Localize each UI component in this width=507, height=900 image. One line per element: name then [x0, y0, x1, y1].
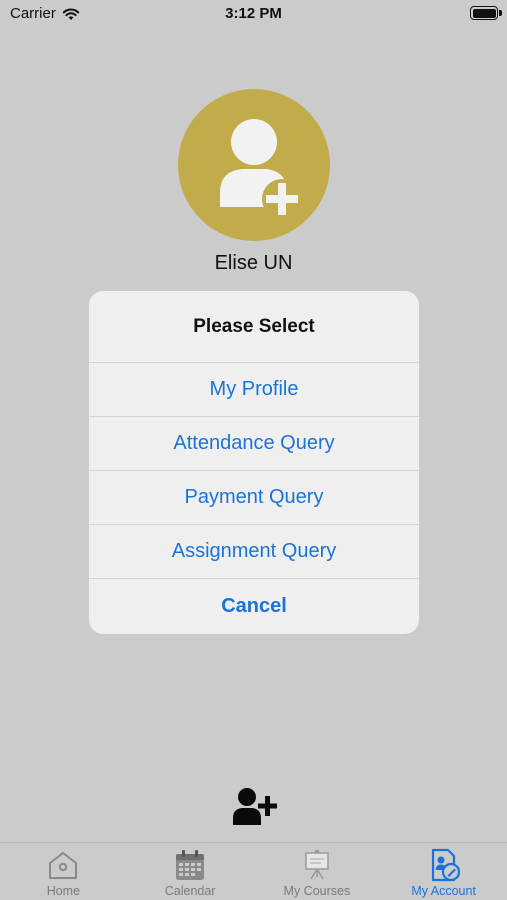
tab-bar: Home Calendar My Courses My Account: [0, 842, 507, 900]
tab-calendar-label: Calendar: [164, 884, 216, 898]
my-profile-option[interactable]: My Profile: [89, 363, 419, 417]
add-user-icon: [220, 119, 302, 219]
tab-my-account[interactable]: My Account: [380, 843, 507, 900]
battery-nub: [499, 10, 502, 16]
battery-icon: [470, 6, 498, 20]
carrier-indicator: Carrier: [10, 5, 80, 22]
tab-my-account-label: My Account: [411, 884, 476, 898]
action-sheet: Please Select My Profile Attendance Quer…: [89, 291, 419, 634]
tab-home[interactable]: Home: [0, 843, 127, 900]
courses-board-icon: [305, 850, 329, 880]
action-sheet-title: Please Select: [89, 291, 419, 363]
calendar-icon: [176, 850, 205, 880]
home-icon: [49, 852, 78, 879]
tab-calendar[interactable]: Calendar: [127, 843, 254, 900]
battery-fill: [472, 8, 496, 18]
tab-home-label: Home: [46, 884, 81, 898]
tab-my-courses-label: My Courses: [283, 884, 351, 898]
user-name: Elise UN: [214, 252, 293, 274]
wifi-icon: [62, 7, 80, 20]
status-bar: Carrier 3:12 PM: [0, 0, 507, 28]
cancel-button[interactable]: Cancel: [89, 579, 419, 634]
carrier-label: Carrier: [10, 5, 56, 22]
account-document-icon: [431, 848, 460, 882]
tab-my-courses[interactable]: My Courses: [254, 843, 381, 900]
add-user-icon: [233, 788, 277, 825]
assignment-query-option[interactable]: Assignment Query: [89, 525, 419, 579]
add-user-button[interactable]: [232, 787, 278, 827]
avatar[interactable]: [178, 89, 330, 241]
payment-query-option[interactable]: Payment Query: [89, 471, 419, 525]
attendance-query-option[interactable]: Attendance Query: [89, 417, 419, 471]
